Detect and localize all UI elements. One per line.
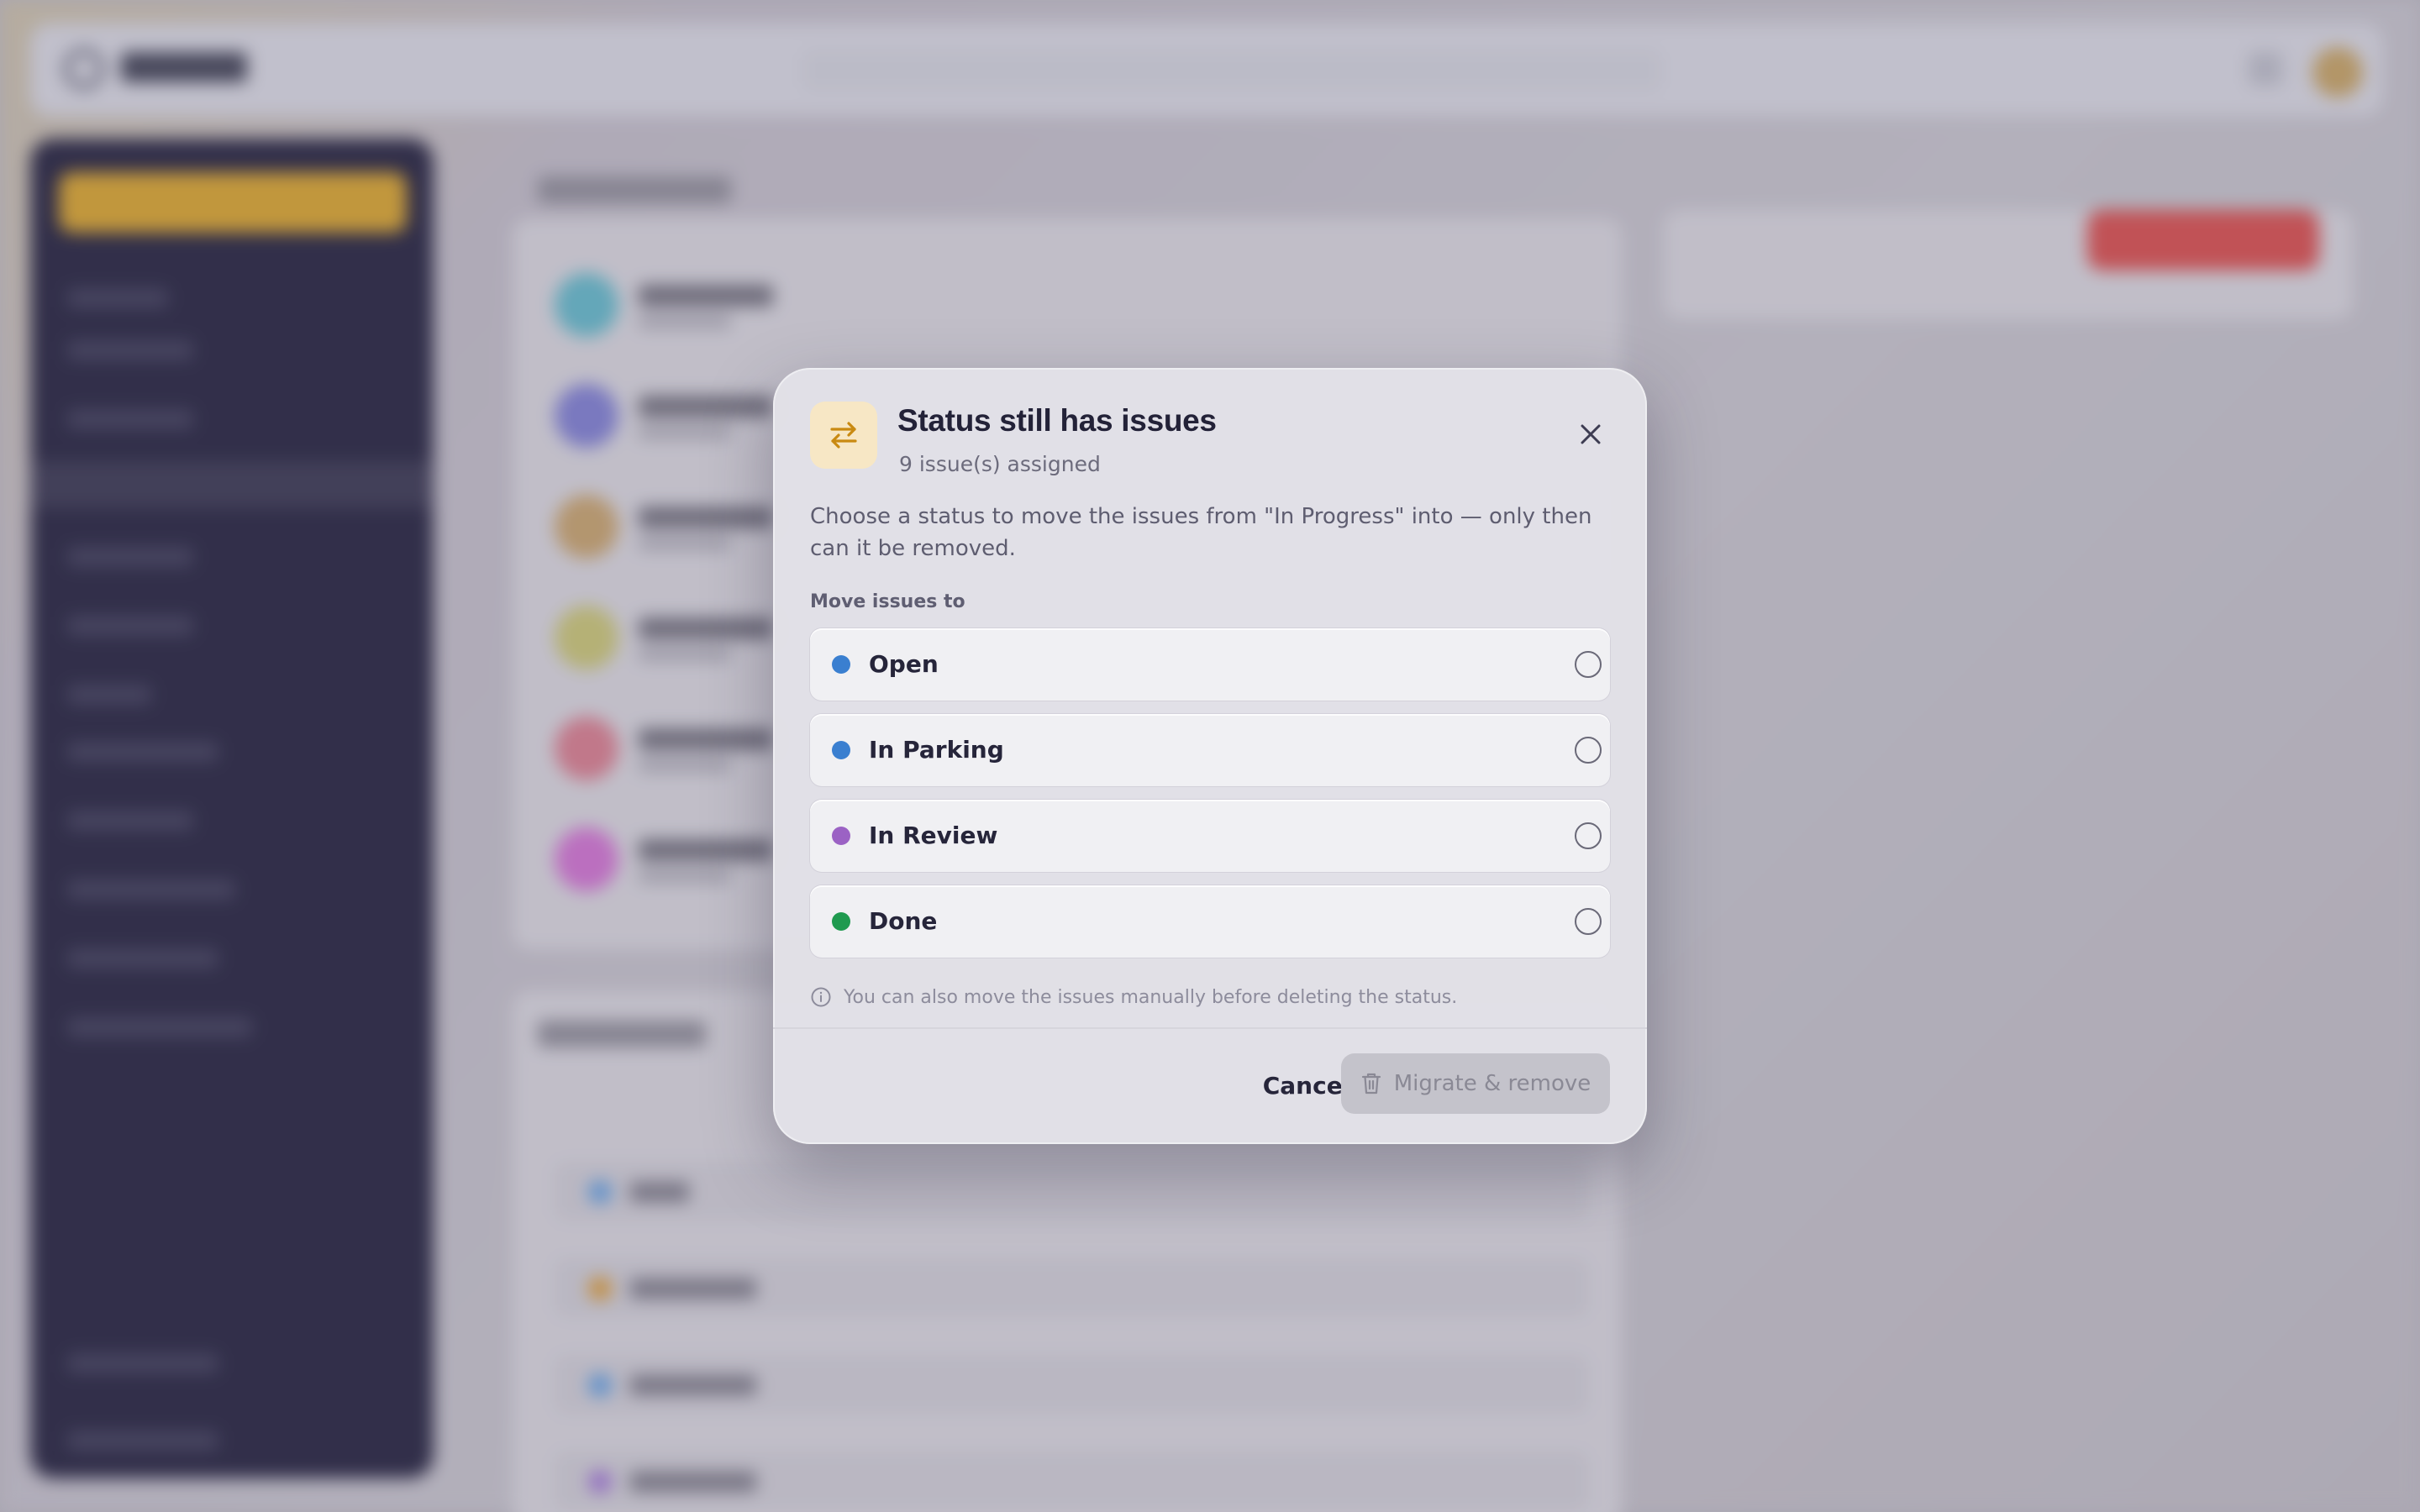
status-option-in-parking[interactable]: In Parking: [810, 714, 1610, 786]
status-color-dot: [832, 655, 850, 674]
status-option-label: Done: [869, 907, 938, 935]
move-issues-label: Move issues to: [810, 591, 965, 612]
status-option-label: In Parking: [869, 736, 1004, 764]
swap-arrows-icon: [810, 402, 877, 469]
dialog-hint-text: You can also move the issues manually be…: [844, 986, 1458, 1008]
migrate-status-dialog: Status still has issues 9 issue(s) assig…: [773, 368, 1647, 1144]
close-icon: [1581, 424, 1601, 444]
status-option-label: Open: [869, 650, 939, 678]
dialog-hint: You can also move the issues manually be…: [810, 986, 1457, 1008]
dialog-divider: [773, 1027, 1647, 1029]
dialog-subtitle: 9 issue(s) assigned: [899, 452, 1101, 476]
migrate-remove-button[interactable]: Migrate & remove: [1341, 1053, 1610, 1114]
radio-button[interactable]: [1575, 737, 1602, 764]
info-icon: [811, 987, 831, 1007]
status-option-open[interactable]: Open: [810, 628, 1610, 701]
radio-button[interactable]: [1575, 651, 1602, 678]
dialog-description: Choose a status to move the issues from …: [810, 504, 1592, 561]
status-color-dot: [832, 912, 850, 931]
radio-button[interactable]: [1575, 908, 1602, 935]
status-option-done[interactable]: Done: [810, 885, 1610, 958]
dialog-title: Status still has issues: [897, 403, 1217, 438]
status-option-in-review[interactable]: In Review: [810, 800, 1610, 872]
status-color-dot: [832, 741, 850, 759]
migrate-remove-label: Migrate & remove: [1393, 1071, 1591, 1096]
trash-icon: [1361, 1073, 1381, 1095]
close-button[interactable]: [1571, 415, 1610, 454]
status-option-label: In Review: [869, 822, 998, 849]
status-color-dot: [832, 827, 850, 845]
radio-button[interactable]: [1575, 822, 1602, 849]
